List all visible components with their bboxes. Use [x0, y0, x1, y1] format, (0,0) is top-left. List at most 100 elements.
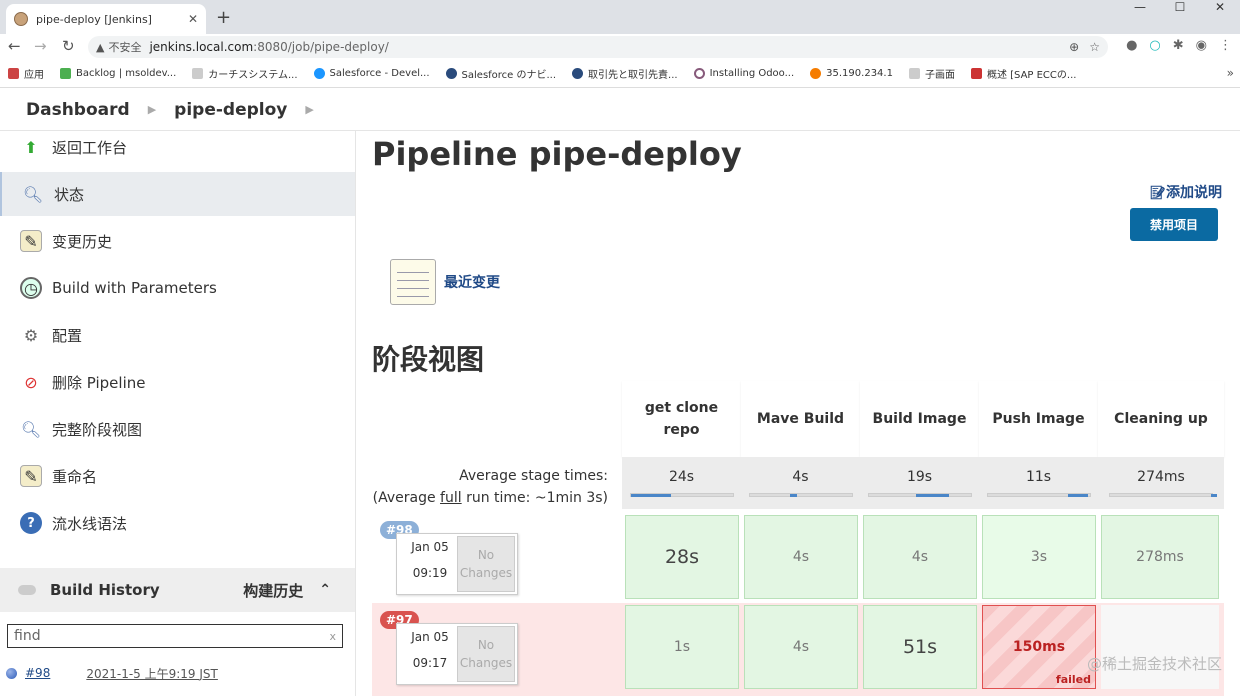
menu-icon[interactable]: ⋮	[1219, 38, 1232, 53]
sidebar-item-configure[interactable]: ⚙ 配置	[0, 313, 355, 357]
stage-cell-failed[interactable]: 150ms failed	[982, 605, 1096, 689]
maximize-icon[interactable]: ☐	[1160, 0, 1200, 16]
avg-time-cell: 274ms	[1098, 457, 1224, 509]
bookmark-subscreen[interactable]: 子画面	[908, 66, 955, 81]
bookmark-ip[interactable]: 35.190.234.1	[810, 68, 893, 79]
avg-time-bar	[1109, 493, 1218, 497]
no-entry-icon: ⊘	[24, 372, 38, 392]
address-bar: ← → ↻ ▲ 不安全 jenkins.local.com :8080/job/…	[0, 34, 1240, 60]
stage-cell[interactable]: 28s	[625, 515, 739, 599]
url-host: jenkins.local.com	[149, 40, 254, 54]
stage-cell[interactable]: 4s	[744, 515, 858, 599]
clear-icon[interactable]: x	[329, 630, 336, 643]
no-changes-label: No Changes	[457, 626, 515, 682]
page-icon	[192, 68, 204, 79]
breadcrumb-separator-icon: ▶	[147, 103, 157, 116]
table-row-build-98: #98 Jan 05 09:19 No Changes 28s 4s 4s 3s…	[372, 513, 1224, 603]
up-arrow-icon: ⬆	[24, 137, 38, 157]
stage-view-table: get clone repo Mave Build Build Image Pu…	[372, 381, 1224, 696]
bookmarks-bar: 应用 Backlog | msoldev... カーチスシステム... Sale…	[0, 60, 1240, 88]
build-history-header: Build History 构建历史 ⌃	[0, 568, 355, 612]
stage-cell[interactable]: 3s	[982, 515, 1096, 599]
cloud-icon	[18, 585, 36, 595]
search-icon: 🔍︎	[22, 184, 44, 204]
backlog-icon	[60, 68, 71, 79]
zoom-icon[interactable]: ⊕	[1069, 40, 1079, 54]
odoo-icon	[693, 68, 705, 79]
collapse-icon[interactable]: ⌃	[319, 582, 331, 598]
breadcrumb-separator-icon: ▶	[305, 103, 314, 116]
sidebar-item-delete-pipeline[interactable]: ⊘ 删除 Pipeline	[0, 360, 355, 404]
sidebar-item-full-stage-view[interactable]: 🔍︎ 完整阶段视图	[0, 407, 355, 451]
breadcrumb-job[interactable]: pipe-deploy	[174, 100, 287, 120]
minimize-icon[interactable]: —	[1120, 0, 1160, 16]
new-tab-icon[interactable]: +	[216, 7, 231, 28]
stage-header-mave-build: Mave Build	[741, 381, 860, 457]
stage-cell[interactable]: 51s	[863, 605, 977, 689]
build-date-link[interactable]: 2021-1-5 上午9:19 JST	[86, 665, 218, 682]
stage-view-title: 阶段视图	[372, 343, 485, 376]
notepad-icon: ✎	[20, 230, 42, 252]
bookmark-odoo[interactable]: Installing Odoo...	[693, 68, 794, 79]
recent-changes-link[interactable]: 最近变更	[390, 259, 500, 305]
sidebar-item-changes[interactable]: ✎ 变更历史	[0, 219, 355, 263]
avg-time-bar	[748, 493, 853, 497]
build-date-box: Jan 05 09:19 No Changes	[396, 533, 518, 595]
breadcrumb-dashboard[interactable]: Dashboard	[26, 100, 130, 120]
forward-icon[interactable]: →	[34, 37, 47, 55]
full-run-link[interactable]: full	[440, 490, 462, 506]
tab-title: pipe-deploy [Jenkins]	[36, 12, 152, 26]
stage-cell[interactable]: 4s	[744, 605, 858, 689]
loading-icon	[810, 68, 822, 79]
reload-icon[interactable]: ↻	[62, 37, 75, 55]
avg-time-cell: 4s	[741, 457, 860, 509]
sidebar-item-status[interactable]: 🔍︎ 状态	[0, 172, 355, 216]
bookmark-torihikisaki[interactable]: 取引先と取引先責...	[572, 66, 678, 81]
extension-icon[interactable]: ●	[1126, 38, 1137, 53]
build-history-search-input[interactable]: find x	[7, 624, 343, 648]
sidebar-item-rename[interactable]: ✎ 重命名	[0, 454, 355, 498]
sidebar-item-build-with-parameters[interactable]: ◷ Build with Parameters	[0, 266, 355, 310]
sidebar-item-pipeline-syntax[interactable]: ? 流水线语法	[0, 501, 355, 545]
extension-icons: ● ○ ✱ ◉ ⋮	[1126, 38, 1232, 53]
jenkins-favicon-icon	[14, 12, 28, 26]
browser-tab[interactable]: pipe-deploy [Jenkins] ✕	[6, 4, 206, 34]
add-description-link[interactable]: 📝︎添加说明	[1149, 182, 1222, 202]
bookmark-apps[interactable]: 应用	[8, 66, 44, 81]
sidebar: ⬆ 返回工作台 🔍︎ 状态 ✎ 变更历史 ◷ Build with Parame…	[0, 131, 356, 696]
stage-cell-empty	[1101, 605, 1219, 689]
close-tab-icon[interactable]: ✕	[188, 12, 198, 26]
bookmark-backlog[interactable]: Backlog | msoldev...	[60, 68, 176, 79]
stage-cell[interactable]: 4s	[863, 515, 977, 599]
star-icon[interactable]: ☆	[1089, 40, 1100, 54]
stage-cell[interactable]: 1s	[625, 605, 739, 689]
build-history-label: Build History	[50, 581, 160, 599]
sidebar-item-back-to-dashboard[interactable]: ⬆ 返回工作台	[0, 125, 355, 169]
puzzle-icon[interactable]: ✱	[1173, 38, 1184, 53]
no-changes-label: No Changes	[457, 536, 515, 592]
security-label: 不安全	[108, 41, 142, 54]
profile-icon[interactable]: ◉	[1196, 38, 1207, 53]
apps-grid-icon	[8, 68, 19, 79]
browser-tab-bar: pipe-deploy [Jenkins] ✕ + — ☐ ✕	[0, 0, 1240, 34]
bookmark-curtis[interactable]: カーチスシステム...	[192, 66, 298, 81]
back-icon[interactable]: ←	[8, 37, 21, 55]
bookmarks-more-icon[interactable]: »	[1227, 66, 1234, 80]
search-placeholder: find	[14, 628, 41, 644]
stage-header-build-image: Build Image	[860, 381, 979, 457]
extension-circle-icon[interactable]: ○	[1149, 38, 1160, 53]
stage-cell[interactable]: 278ms	[1101, 515, 1219, 599]
average-stage-times-label: Average stage times: (Average full run t…	[372, 468, 608, 506]
url-input[interactable]: ▲ 不安全 jenkins.local.com :8080/job/pipe-d…	[88, 36, 1108, 58]
bookmark-sap[interactable]: 概述 [SAP ECCの...	[970, 66, 1076, 81]
close-window-icon[interactable]: ✕	[1200, 0, 1240, 16]
bookmark-salesforce-navi[interactable]: Salesforce のナビ...	[445, 66, 556, 81]
page-icon	[908, 68, 920, 79]
build-link[interactable]: #98	[25, 666, 50, 680]
disable-project-button[interactable]: 禁用项目	[1130, 208, 1218, 241]
avg-time-bar	[867, 493, 972, 497]
build-history-row: #98 2021-1-5 上午9:19 JST	[0, 658, 355, 688]
build-history-zh-link[interactable]: 构建历史	[243, 580, 303, 601]
edit-icon: 📝︎	[1149, 186, 1166, 201]
bookmark-salesforce-devel[interactable]: Salesforce - Devel...	[313, 68, 430, 79]
